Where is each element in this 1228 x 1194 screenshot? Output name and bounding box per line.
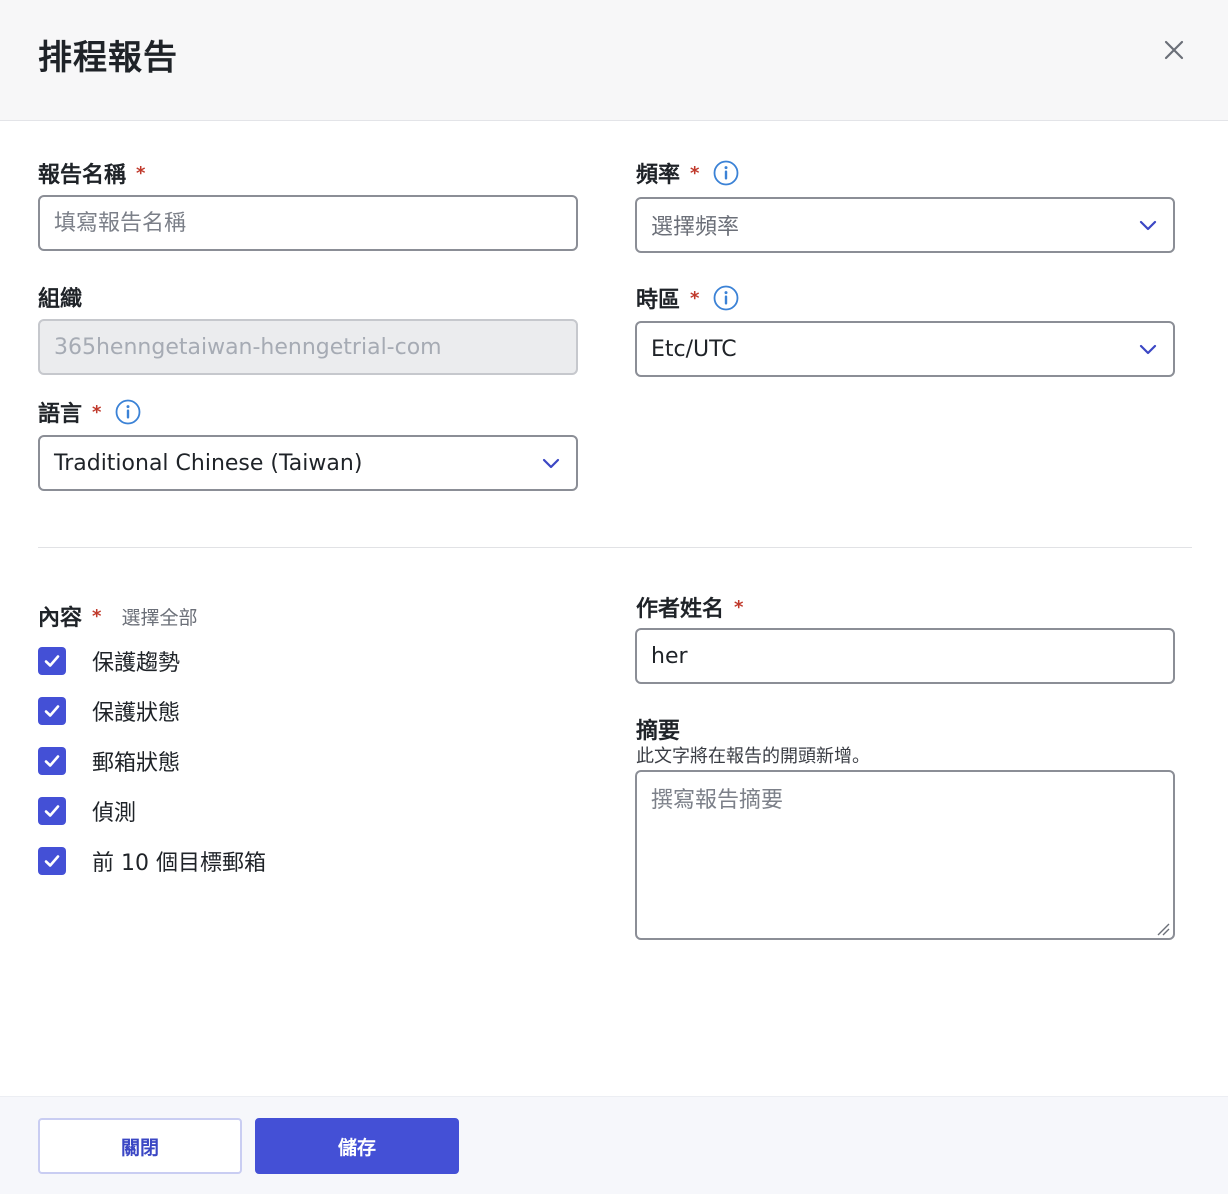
summary-label-text: 摘要 [636,719,681,744]
organization-label-text: 組織 [38,287,83,312]
timezone-value: Etc/UTC [651,336,737,362]
report-name-label: 報告名稱 * [38,157,145,189]
checkmark-icon [44,805,60,817]
author-name-input[interactable] [635,628,1175,684]
summary-label: 摘要 [636,713,680,745]
timezone-label-text: 時區 [636,288,681,313]
frequency-select[interactable]: 選擇頻率 [635,197,1175,253]
content-label: 內容 * 選擇全部 [38,600,197,632]
checkbox[interactable] [38,797,66,825]
checkbox-label: 偵測 [92,801,137,826]
content-option-protection-status[interactable]: 保護狀態 [38,695,180,727]
checkbox[interactable] [38,647,66,675]
language-select[interactable]: Traditional Chinese (Taiwan) [38,435,578,491]
resize-grip-icon[interactable] [1156,922,1170,936]
required-mark: * [92,401,102,423]
summary-textarea[interactable] [635,770,1175,940]
checkbox-label: 保護趨勢 [92,651,181,676]
schedule-report-dialog: 排程報告 報告名稱 * 組織 365henngetaiwan-henngetri… [0,0,1228,1194]
info-icon[interactable] [713,160,739,186]
checkbox[interactable] [38,697,66,725]
chevron-down-icon [540,452,562,474]
checkmark-icon [44,855,60,867]
content-option-top-10-mailboxes[interactable]: 前 10 個目標郵箱 [38,845,266,877]
checkbox[interactable] [38,847,66,875]
checkbox[interactable] [38,747,66,775]
required-mark: * [690,287,700,309]
checkbox-label: 郵箱狀態 [92,751,181,776]
checkmark-icon [44,655,60,667]
chevron-down-icon [1137,214,1159,236]
summary-helper-text: 此文字將在報告的開頭新增。 [636,746,870,767]
dialog-title: 排程報告 [38,38,178,78]
organization-value: 365henngetaiwan-henngetrial-com [54,334,442,360]
close-button[interactable] [1158,34,1190,66]
content-option-mailbox-status[interactable]: 郵箱狀態 [38,745,180,777]
dialog-footer: 關閉 儲存 [0,1096,1228,1194]
language-label-text: 語言 [38,402,83,427]
frequency-label-text: 頻率 [636,163,681,188]
timezone-label: 時區 * [636,282,739,314]
organization-field: 365henngetaiwan-henngetrial-com [38,319,578,375]
info-icon[interactable] [713,285,739,311]
required-mark: * [136,162,146,184]
report-name-input[interactable] [38,195,578,251]
checkmark-icon [44,755,60,767]
save-button[interactable]: 儲存 [255,1118,459,1174]
frequency-placeholder: 選擇頻率 [651,215,740,240]
checkbox-label: 保護狀態 [92,701,181,726]
author-label: 作者姓名 * [636,591,743,623]
language-label: 語言 * [38,396,141,428]
checkbox-label: 前 10 個目標郵箱 [92,851,266,876]
content-label-text: 內容 [38,606,83,631]
chevron-down-icon [1137,338,1159,360]
content-option-protection-trend[interactable]: 保護趨勢 [38,645,180,677]
frequency-label: 頻率 * [636,157,739,189]
organization-label: 組織 [38,281,82,313]
close-dialog-button[interactable]: 關閉 [38,1118,242,1174]
checkmark-icon [44,705,60,717]
content-option-detection[interactable]: 偵測 [38,795,136,827]
required-mark: * [92,605,102,627]
report-name-label-text: 報告名稱 [38,163,127,188]
author-label-text: 作者姓名 [636,597,725,622]
timezone-select[interactable]: Etc/UTC [635,321,1175,377]
info-icon[interactable] [115,399,141,425]
required-mark: * [690,162,700,184]
section-divider [38,547,1192,548]
dialog-header: 排程報告 [0,0,1228,121]
close-icon [1164,40,1184,60]
required-mark: * [734,596,744,618]
language-value: Traditional Chinese (Taiwan) [54,450,363,476]
select-all-link[interactable]: 選擇全部 [121,603,197,630]
